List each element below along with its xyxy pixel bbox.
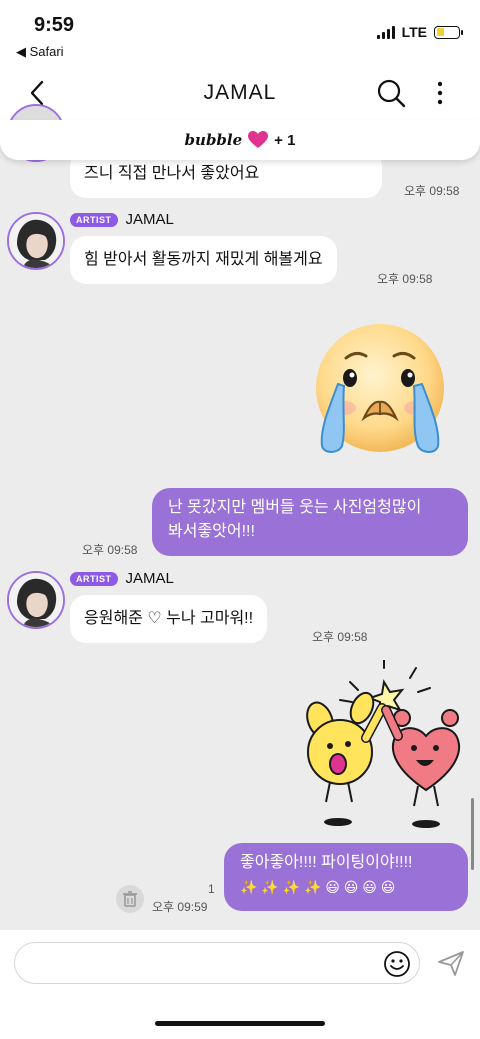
emoji-icon[interactable] <box>383 950 411 978</box>
message-text: 응원해준 ♡ 누나 고마워!! <box>84 610 254 627</box>
send-icon[interactable] <box>436 948 466 978</box>
artist-avatar[interactable] <box>7 212 65 270</box>
message-text-line: 좋아좋아!!!! 파이팅이야!!!! <box>240 854 413 871</box>
search-icon[interactable] <box>376 78 406 108</box>
trash-icon[interactable] <box>116 885 144 913</box>
message-text-line: ✨ ✨ ✨ ✨ 😃 😃 😃 😃 <box>240 879 396 895</box>
message-time: 오후 09:58 <box>404 184 460 198</box>
artist-name: JAMAL <box>125 211 174 228</box>
message-text-line: 봐서좋앗어!!! <box>168 523 255 540</box>
message-time: 오후 09:58 <box>312 630 368 644</box>
unread-count: 1 <box>208 882 215 896</box>
artist-photo <box>9 573 63 627</box>
heart-icon <box>248 131 269 148</box>
network-label: LTE <box>401 24 427 40</box>
message-bubble: 힘 받아서 활동까지 재밌게 해볼게요 <box>70 236 337 284</box>
scrollbar[interactable] <box>471 798 474 870</box>
signal-icon <box>376 25 395 39</box>
artist-photo <box>9 214 63 268</box>
message-bubble: 좋아좋아!!!! 파이팅이야!!!! ✨ ✨ ✨ ✨ 😃 😃 😃 😃 <box>224 843 468 911</box>
message-time: 오후 09:58 <box>377 272 433 286</box>
bubble-count: + 1 <box>274 131 296 149</box>
artist-badge: ARTIST <box>70 571 118 586</box>
bubble-banner: bubble + 1 <box>0 120 480 160</box>
back-to-safari-link[interactable]: ◀ Safari <box>16 44 64 60</box>
battery-icon <box>434 25 463 39</box>
artist-label: ARTIST JAMAL <box>70 570 174 587</box>
artist-label: ARTIST JAMAL <box>70 211 174 228</box>
artist-name: JAMAL <box>125 570 174 587</box>
artist-badge: ARTIST <box>70 212 118 227</box>
status-bar: 9:59 ◀ Safari LTE <box>0 0 480 64</box>
message-time: 오후 09:59 <box>152 900 208 914</box>
nav-bar: JAMAL <box>0 64 480 124</box>
message-text: 힘 받아서 활동까지 재밌게 해볼게요 <box>84 251 323 268</box>
artist-avatar[interactable] <box>7 571 65 629</box>
status-icons: LTE <box>376 24 463 40</box>
message-bubble: 난 못갔지만 멤버들 웃는 사진엄청많이 봐서좋앗어!!! <box>152 488 468 556</box>
more-options-icon[interactable] <box>430 78 450 108</box>
message-text-line: 난 못갔지만 멤버들 웃는 사진엄청많이 <box>168 499 422 516</box>
message-input-box <box>14 942 420 984</box>
message-bubble: 응원해준 ♡ 누나 고마워!! <box>70 595 268 643</box>
high-five-sticker <box>306 660 461 828</box>
home-indicator <box>155 1021 325 1026</box>
crying-emoji-sticker <box>316 324 444 453</box>
clock: 9:59 <box>34 14 75 36</box>
message-input[interactable] <box>31 951 371 977</box>
message-time: 오후 09:58 <box>82 543 138 557</box>
bubble-logo: bubble <box>184 131 243 149</box>
page-title: JAMAL <box>203 81 277 104</box>
message-text: 즈니 직접 만나서 좋았어요 <box>84 165 260 182</box>
